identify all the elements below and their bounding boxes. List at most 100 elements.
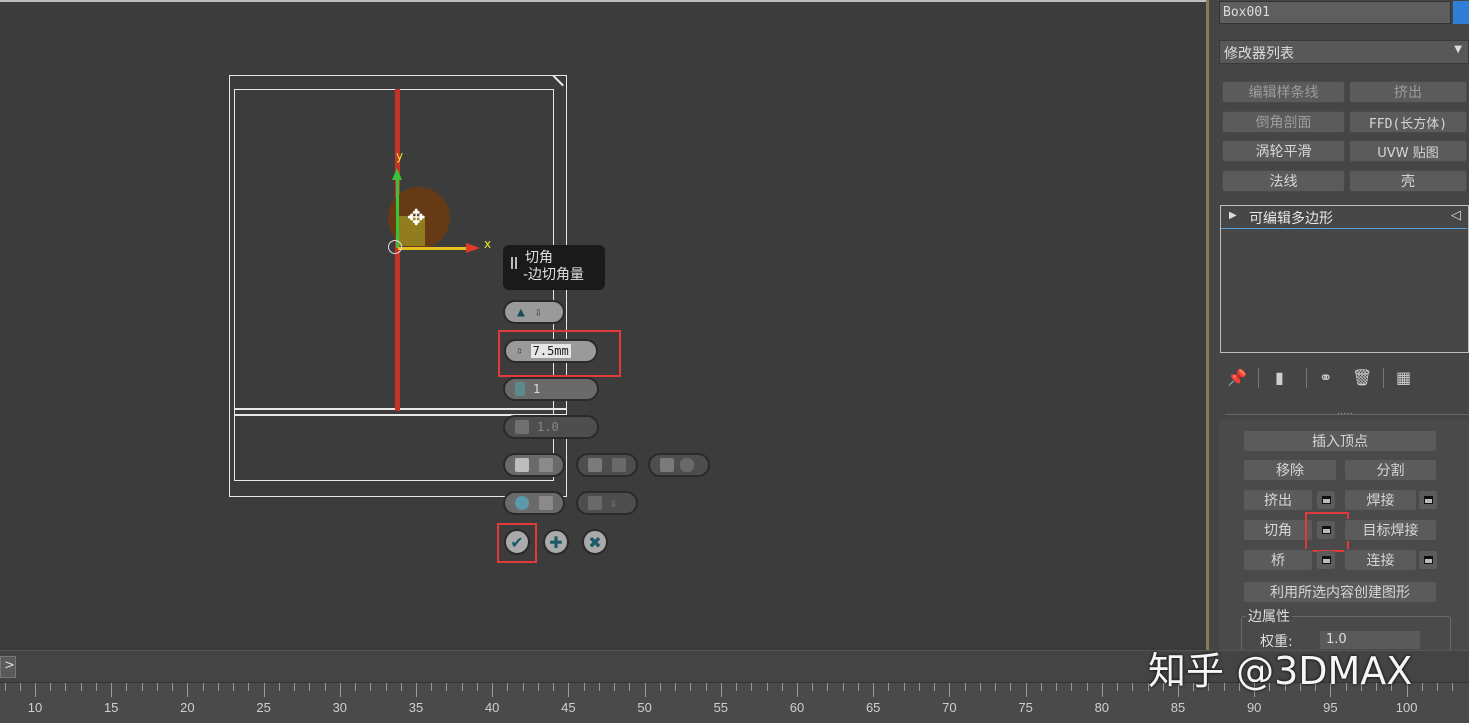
- ruler-tick: [766, 683, 768, 691]
- target-weld-button[interactable]: 目标焊接: [1344, 519, 1437, 541]
- ruler-tick: [553, 683, 555, 691]
- make-unique-icon[interactable]: ⚭: [1319, 368, 1332, 387]
- ruler-tick: [1421, 683, 1423, 691]
- ruler-tick: [385, 683, 387, 691]
- ruler-tick: [995, 683, 997, 691]
- smooth-threshold-dropdown[interactable]: ⇩: [576, 491, 638, 515]
- invert-open-toggle[interactable]: [576, 453, 638, 477]
- chamfer-tension-spinner[interactable]: 1.0: [503, 415, 599, 439]
- edit-edges-rollout: 插入顶点 移除 分割 挤出 焊接 切角 目标焊接 桥 连接 利用所选内容创建图形…: [1219, 420, 1469, 658]
- ruler-tick: [492, 683, 494, 697]
- cancel-button[interactable]: ✖: [582, 529, 608, 555]
- ruler-tick: [278, 683, 280, 691]
- smooth-toggle[interactable]: [648, 453, 710, 477]
- remove-modifier-icon[interactable]: 🗑: [1352, 368, 1372, 387]
- cancel-icon: ✖: [588, 532, 602, 552]
- ruler-label: 55: [713, 700, 729, 715]
- modifier-stack[interactable]: ▶ 可编辑多边形 ◁: [1220, 205, 1469, 353]
- modifier-button-turbosmooth[interactable]: 涡轮平滑: [1222, 140, 1345, 162]
- object-name-field[interactable]: Box001: [1219, 1, 1451, 24]
- bridge-settings-button[interactable]: [1317, 551, 1335, 569]
- ruler-tick: [217, 683, 219, 691]
- ruler-tick: [736, 683, 738, 691]
- highlight-chamfer-settings: [1305, 512, 1349, 552]
- apply-button[interactable]: ✚: [543, 529, 569, 555]
- configure-sets-icon[interactable]: ▦: [1396, 368, 1411, 387]
- extrude-button[interactable]: 挤出: [1243, 489, 1313, 511]
- modifier-button-bevel-profile[interactable]: 倒角剖面: [1222, 111, 1345, 133]
- cylinder-icon: [515, 496, 529, 510]
- modifier-list-dropdown[interactable]: 修改器列表 ▼: [1219, 40, 1469, 64]
- ruler-tick: [355, 683, 357, 691]
- ruler-tick: [644, 683, 646, 697]
- ruler-tick: [537, 683, 539, 691]
- expand-track-bar-button[interactable]: >: [0, 656, 16, 678]
- ruler-tick: [507, 683, 509, 691]
- ruler-tick: [35, 683, 36, 697]
- viewport-perspective[interactable]: ✥ y x 切角 -边切角量 ▲ ⇩ ⇳ 7.5mm 1 1.0 ⇩ ✔ ✚ ✖: [0, 0, 1208, 648]
- open-chamfer-toggle[interactable]: [503, 453, 565, 477]
- modifier-button-uvw-map[interactable]: UVW 贴图: [1349, 140, 1467, 162]
- modifier-button-edit-spline[interactable]: 编辑样条线: [1222, 81, 1345, 103]
- ruler-label: 75: [1018, 700, 1033, 715]
- cube-icon: [588, 496, 602, 510]
- ruler-tick: [751, 683, 753, 691]
- show-end-result-icon[interactable]: ▮: [1275, 368, 1284, 387]
- connect-settings-button[interactable]: [1419, 551, 1437, 569]
- ruler-label: 60: [789, 700, 805, 715]
- extrude-settings-button[interactable]: [1317, 491, 1335, 509]
- modifier-button-shell[interactable]: 壳: [1349, 170, 1467, 192]
- weld-settings-button[interactable]: [1419, 491, 1437, 509]
- ruler-tick: [659, 683, 661, 691]
- chamfer-segments-spinner[interactable]: 1: [503, 377, 599, 401]
- ruler-tick: [522, 683, 524, 691]
- ruler-label: 70: [942, 700, 957, 715]
- modifier-button-normal[interactable]: 法线: [1222, 170, 1345, 192]
- chamfer-end-toggle[interactable]: [503, 491, 565, 515]
- ruler-tick: [1010, 683, 1012, 691]
- object-color-swatch[interactable]: [1453, 1, 1469, 24]
- caddy-tooltip: 切角 -边切角量: [503, 245, 605, 290]
- split-button[interactable]: 分割: [1344, 459, 1437, 481]
- ruler-tick: [964, 683, 966, 691]
- create-shape-button[interactable]: 利用所选内容创建图形: [1243, 581, 1437, 603]
- ruler-tick: [1025, 683, 1027, 697]
- remove-button[interactable]: 移除: [1243, 459, 1337, 481]
- ruler-label: 40: [484, 700, 500, 715]
- plus-icon: ✚: [549, 532, 563, 552]
- chamfer-segments-value[interactable]: 1: [533, 382, 540, 396]
- ruler-label: 25: [256, 700, 271, 715]
- ruler-tick: [918, 683, 920, 691]
- ruler-tick: [126, 683, 128, 691]
- ruler-tick: [1056, 683, 1058, 691]
- ruler-tick: [50, 683, 52, 691]
- ruler-label: 80: [1094, 700, 1110, 715]
- modifier-button-extrude[interactable]: 挤出: [1349, 81, 1467, 103]
- ruler-tick: [1101, 683, 1103, 697]
- ruler-tick: [857, 683, 859, 691]
- ruler-label: 15: [103, 700, 119, 715]
- chamfer-type-dropdown[interactable]: ▲ ⇩: [503, 300, 565, 324]
- tooltip-subtitle: -边切角量: [523, 267, 585, 283]
- weld-button[interactable]: 焊接: [1344, 489, 1417, 511]
- ruler-tick: [461, 683, 463, 691]
- axis-x-label: x: [484, 237, 492, 251]
- ruler-label: 85: [1170, 700, 1186, 715]
- ruler-label: 90: [1246, 700, 1262, 715]
- bridge-button[interactable]: 桥: [1243, 549, 1313, 571]
- ruler-tick: [827, 683, 829, 691]
- connect-button[interactable]: 连接: [1344, 549, 1417, 571]
- settings-box-icon: [1423, 496, 1433, 504]
- settings-box-icon: [1321, 556, 1331, 564]
- ruler-tick: [812, 683, 814, 691]
- chamfer-tension-value[interactable]: 1.0: [537, 420, 559, 434]
- highlight-ok: [497, 523, 537, 563]
- pin-icon[interactable]: 📌: [1227, 368, 1247, 387]
- stack-item-editable-poly[interactable]: ▶ 可编辑多边形 ◁: [1221, 208, 1467, 229]
- expand-triangle-icon: ▶: [1229, 210, 1237, 221]
- command-panel: Box001 修改器列表 ▼ 编辑样条线 挤出 倒角剖面 FFD(长方体) 涡轮…: [1209, 0, 1469, 658]
- chamfer-button[interactable]: 切角: [1243, 519, 1313, 541]
- ruler-tick: [416, 683, 417, 697]
- insert-vertex-button[interactable]: 插入顶点: [1243, 430, 1437, 452]
- modifier-button-ffd-box[interactable]: FFD(长方体): [1349, 111, 1467, 133]
